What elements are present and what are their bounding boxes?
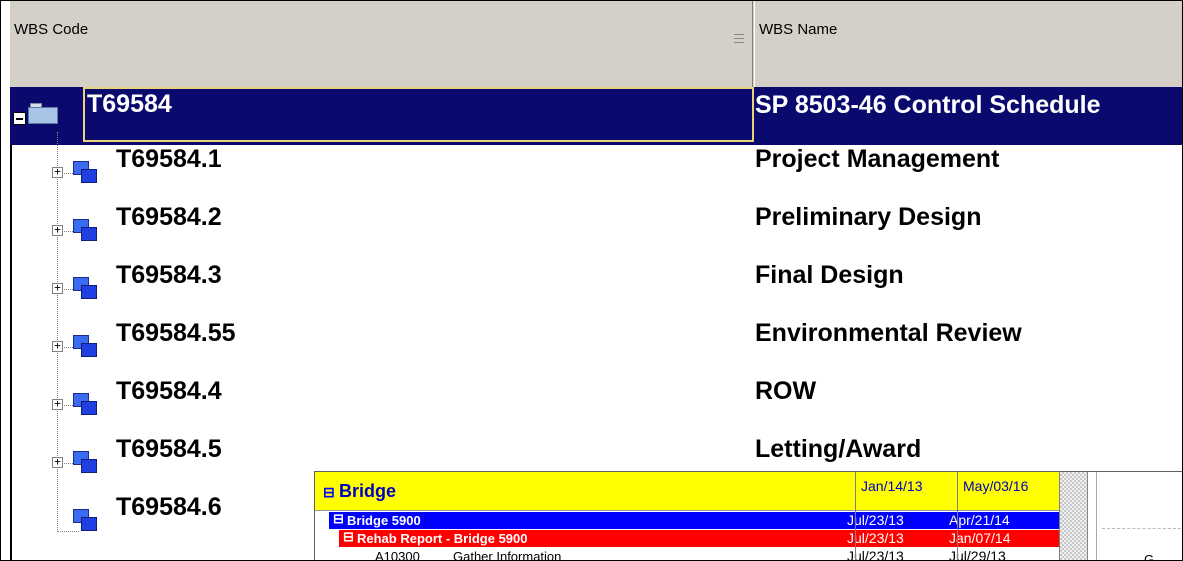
table-row[interactable]: T69584.4 ROW xyxy=(10,377,1182,435)
wbs-code-cell[interactable]: T69584.55 xyxy=(116,319,236,348)
inset-activity-view: ⊟ Bridge Jan/14/13 May/03/16 ⊟ Bridge 59… xyxy=(314,471,1182,561)
wbs-node-icon xyxy=(73,393,97,415)
table-row[interactable]: T69584.3 Final Design xyxy=(10,261,1182,319)
inset-row-label: Bridge xyxy=(339,481,397,501)
inset-activity-row[interactable]: A10300 Gather Information Jul/23/13 Jul/… xyxy=(349,548,1087,561)
header-wbs-code[interactable]: WBS Code xyxy=(10,1,753,87)
wbs-node-icon xyxy=(73,161,97,183)
inset-row-label: Rehab Report - Bridge 5900 xyxy=(357,531,528,546)
wbs-code-cell[interactable]: T69584.4 xyxy=(116,377,222,406)
inset-finish-date: Jan/07/14 xyxy=(949,530,1011,546)
wbs-code-cell[interactable]: T69584.1 xyxy=(116,145,222,174)
header-wbs-code-label: WBS Code xyxy=(14,21,89,38)
expand-icon[interactable]: + xyxy=(52,282,63,294)
header-wbs-name[interactable]: WBS Name xyxy=(754,1,1182,87)
gantt-label: G xyxy=(1144,552,1155,561)
wbs-node-icon xyxy=(73,277,97,299)
focus-cell-border xyxy=(83,87,754,142)
wbs-code-cell[interactable]: T69584 xyxy=(87,90,172,119)
expand-icon[interactable]: + xyxy=(52,224,63,236)
column-menu-icon[interactable] xyxy=(734,31,744,51)
wbs-code-cell[interactable]: T69584.3 xyxy=(116,261,222,290)
header-wbs-name-label: WBS Name xyxy=(759,21,838,38)
wbs-node-icon xyxy=(73,219,97,241)
column-divider xyxy=(855,472,856,560)
gantt-gridline xyxy=(1096,472,1097,560)
collapse-icon[interactable]: ⊟ xyxy=(343,529,354,545)
inset-wbs-row-bridge-5900[interactable]: ⊟ Bridge 5900 Jul/23/13 Apr/21/14 xyxy=(329,511,1087,529)
wbs-name-cell[interactable]: ROW xyxy=(755,377,816,406)
column-header-bar: WBS Code WBS Name xyxy=(10,1,1182,88)
collapse-icon[interactable] xyxy=(13,112,26,125)
wbs-name-cell[interactable]: Preliminary Design xyxy=(755,203,981,232)
table-row[interactable]: T69584.55 Environmental Review xyxy=(10,319,1182,377)
table-row[interactable]: T69584.2 Preliminary Design xyxy=(10,203,1182,261)
inset-start-date: Jan/14/13 xyxy=(861,478,923,494)
table-row[interactable]: T69584.1 Project Management xyxy=(10,145,1182,203)
wbs-code-cell[interactable]: T69584.5 xyxy=(116,435,222,464)
wbs-name-cell[interactable]: Environmental Review xyxy=(755,319,1022,348)
collapse-icon[interactable]: ⊟ xyxy=(323,484,335,501)
table-row-root[interactable]: T69584 SP 8503-46 Control Schedule xyxy=(10,87,1182,145)
wbs-node-icon xyxy=(73,451,97,473)
expand-icon[interactable]: + xyxy=(52,456,63,468)
wbs-name-cell[interactable]: Project Management xyxy=(755,145,1000,174)
expand-icon[interactable]: + xyxy=(52,166,63,178)
vertical-scrollbar[interactable] xyxy=(1059,472,1088,560)
collapse-icon[interactable]: ⊟ xyxy=(333,511,344,527)
wbs-name-cell[interactable]: Final Design xyxy=(755,261,904,290)
expand-icon[interactable]: + xyxy=(52,398,63,410)
wbs-node-icon xyxy=(73,335,97,357)
wbs-node-icon xyxy=(73,509,97,531)
wbs-name-cell[interactable]: Letting/Award xyxy=(755,435,921,464)
inset-wbs-row-rehab-report[interactable]: ⊟ Rehab Report - Bridge 5900 Jul/23/13 J… xyxy=(339,529,1087,547)
inset-row-label: Bridge 5900 xyxy=(347,513,421,528)
wbs-name-cell[interactable]: SP 8503-46 Control Schedule xyxy=(755,91,1101,120)
inset-activity-id: A10300 xyxy=(375,549,420,561)
gantt-dashed-line xyxy=(1102,528,1182,529)
tree-branch-line xyxy=(57,531,79,532)
inset-wbs-row-bridge[interactable]: ⊟ Bridge Jan/14/13 May/03/16 xyxy=(315,472,1087,511)
wbs-code-cell[interactable]: T69584.6 xyxy=(116,493,222,522)
wbs-code-cell[interactable]: T69584.2 xyxy=(116,203,222,232)
open-folder-icon xyxy=(28,101,58,124)
inset-finish-date: May/03/16 xyxy=(963,478,1029,494)
inset-finish-date: Apr/21/14 xyxy=(949,512,1010,528)
inset-gantt-area: G xyxy=(1087,472,1182,561)
wbs-grid: WBS Code WBS Name T69584 SP 8503-46 Cont… xyxy=(0,0,1183,561)
column-divider xyxy=(957,472,958,560)
inset-activity-name: Gather Information xyxy=(453,549,562,561)
inset-activity-grid: ⊟ Bridge Jan/14/13 May/03/16 ⊟ Bridge 59… xyxy=(315,472,1088,561)
expand-icon[interactable]: + xyxy=(52,340,63,352)
